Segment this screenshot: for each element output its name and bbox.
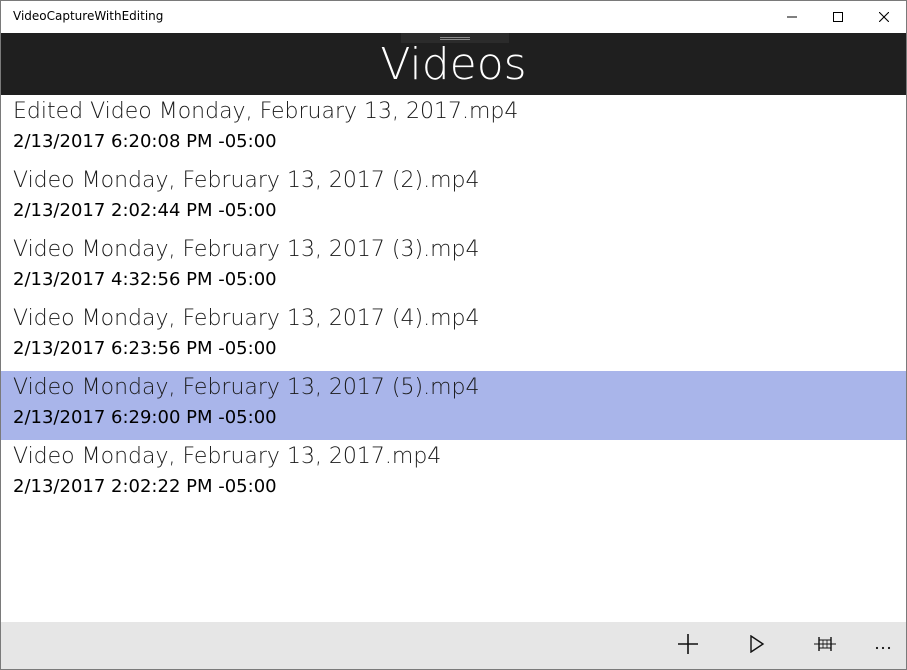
- grip-line: [440, 37, 470, 38]
- maximize-button[interactable]: [815, 1, 861, 33]
- video-date: 2/13/2017 2:02:44 PM -05:00: [13, 200, 277, 221]
- video-name: Video Monday, February 13, 2017 (3).mp4: [13, 237, 480, 262]
- add-button[interactable]: [659, 622, 717, 669]
- title-bar[interactable]: VideoCaptureWithEditing: [1, 1, 906, 33]
- list-item[interactable]: Video Monday, February 13, 2017 (3).mp4 …: [1, 233, 906, 302]
- video-date: 2/13/2017 6:23:56 PM -05:00: [13, 338, 277, 359]
- maximize-icon: [833, 12, 843, 22]
- minimize-button[interactable]: [769, 1, 815, 33]
- more-icon: [875, 637, 891, 655]
- more-button[interactable]: [854, 622, 906, 669]
- trim-icon: [814, 636, 836, 656]
- video-name: Video Monday, February 13, 2017 (5).mp4: [13, 375, 480, 400]
- window-title: VideoCaptureWithEditing: [13, 9, 164, 23]
- video-name: Video Monday, February 13, 2017 (2).mp4: [13, 168, 480, 193]
- list-item[interactable]: Video Monday, February 13, 2017.mp4 2/13…: [1, 440, 906, 509]
- list-item[interactable]: Edited Video Monday, February 13, 2017.m…: [1, 95, 906, 164]
- video-date: 2/13/2017 4:32:56 PM -05:00: [13, 269, 277, 290]
- video-date: 2/13/2017 6:29:00 PM -05:00: [13, 407, 277, 428]
- close-icon: [879, 12, 889, 22]
- list-item-selected[interactable]: Video Monday, February 13, 2017 (5).mp4 …: [1, 371, 906, 440]
- video-name: Video Monday, February 13, 2017 (4).mp4: [13, 306, 480, 331]
- play-icon: [749, 634, 765, 658]
- play-button[interactable]: [728, 622, 786, 669]
- list-item[interactable]: Video Monday, February 13, 2017 (4).mp4 …: [1, 302, 906, 371]
- list-item[interactable]: Video Monday, February 13, 2017 (2).mp4 …: [1, 164, 906, 233]
- trim-button[interactable]: [796, 622, 854, 669]
- video-name: Video Monday, February 13, 2017.mp4: [13, 444, 442, 469]
- close-button[interactable]: [861, 1, 906, 33]
- page-header: Videos: [1, 33, 906, 95]
- add-icon: [677, 633, 699, 660]
- minimize-icon: [787, 12, 797, 22]
- video-date: 2/13/2017 2:02:22 PM -05:00: [13, 476, 277, 497]
- page-title: Videos: [380, 39, 527, 90]
- video-list: Edited Video Monday, February 13, 2017.m…: [1, 95, 906, 509]
- video-name: Edited Video Monday, February 13, 2017.m…: [13, 99, 519, 124]
- video-date: 2/13/2017 6:20:08 PM -05:00: [13, 131, 277, 152]
- command-bar: [1, 622, 906, 669]
- app-window: VideoCaptureWithEditing Videos Edited Vi…: [0, 0, 907, 670]
